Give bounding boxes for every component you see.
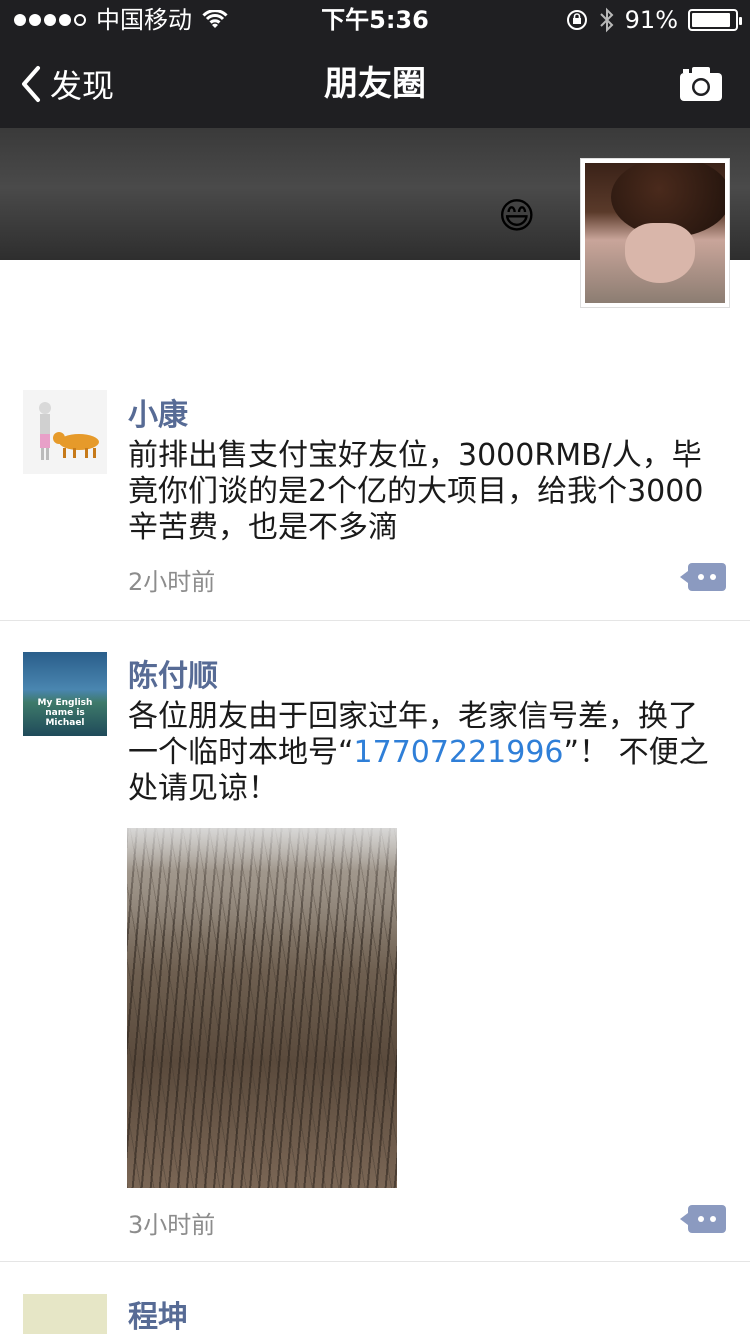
post-photo[interactable] [127, 828, 397, 1188]
post-text: 各位朋友由于回家过年，老家信号差，换了一个临时本地号“17707221996”！… [128, 699, 718, 807]
battery-icon [688, 9, 742, 31]
post-time: 2小时前 [128, 568, 216, 596]
camera-icon[interactable] [678, 64, 724, 104]
avatar-caption: My English name is Michael [37, 698, 93, 728]
rotation-lock-icon [566, 10, 587, 30]
comment-button[interactable] [680, 1205, 726, 1233]
avatar[interactable]: My English name is Michael [23, 652, 107, 736]
post-item: 小康 前排出售支付宝好友位，3000RMB/人，毕竟你们谈的是2个亿的大项目，给… [0, 360, 750, 621]
phone-link[interactable]: 17707221996 [354, 735, 564, 770]
status-bar: 中国移动 下午5:36 91% [0, 0, 750, 40]
post-author[interactable]: 陈付顺 [128, 651, 218, 695]
nav-bar: 发现 朋友圈 [0, 40, 750, 128]
post-text: 前排出售支付宝好友位，3000RMB/人，毕竟你们谈的是2个亿的大项目，给我个3… [128, 438, 704, 545]
status-right: 91% [565, 0, 742, 40]
avatar-photo [585, 163, 725, 303]
page-title: 朋友圈 [324, 64, 426, 104]
post-item: 程坤 [0, 1262, 750, 1336]
comment-button[interactable] [680, 563, 726, 591]
post-item: My English name is Michael 陈付顺 各位朋友由于回家过… [0, 621, 750, 1262]
top-bar: 中国移动 下午5:36 91% 发现 朋友圈 [0, 0, 750, 128]
battery-percent: 91% [624, 6, 678, 34]
post-author[interactable]: 程坤 [128, 1292, 188, 1336]
avatar[interactable] [23, 1294, 107, 1334]
my-avatar[interactable] [580, 158, 730, 308]
battery-fill [692, 13, 731, 27]
cover-emoji: 😄 [498, 196, 536, 237]
post-time: 3小时前 [128, 1211, 216, 1239]
post-author[interactable]: 小康 [128, 390, 188, 434]
bluetooth-icon [599, 7, 614, 33]
tiger-avatar-icon [39, 402, 99, 460]
avatar[interactable] [23, 390, 107, 474]
